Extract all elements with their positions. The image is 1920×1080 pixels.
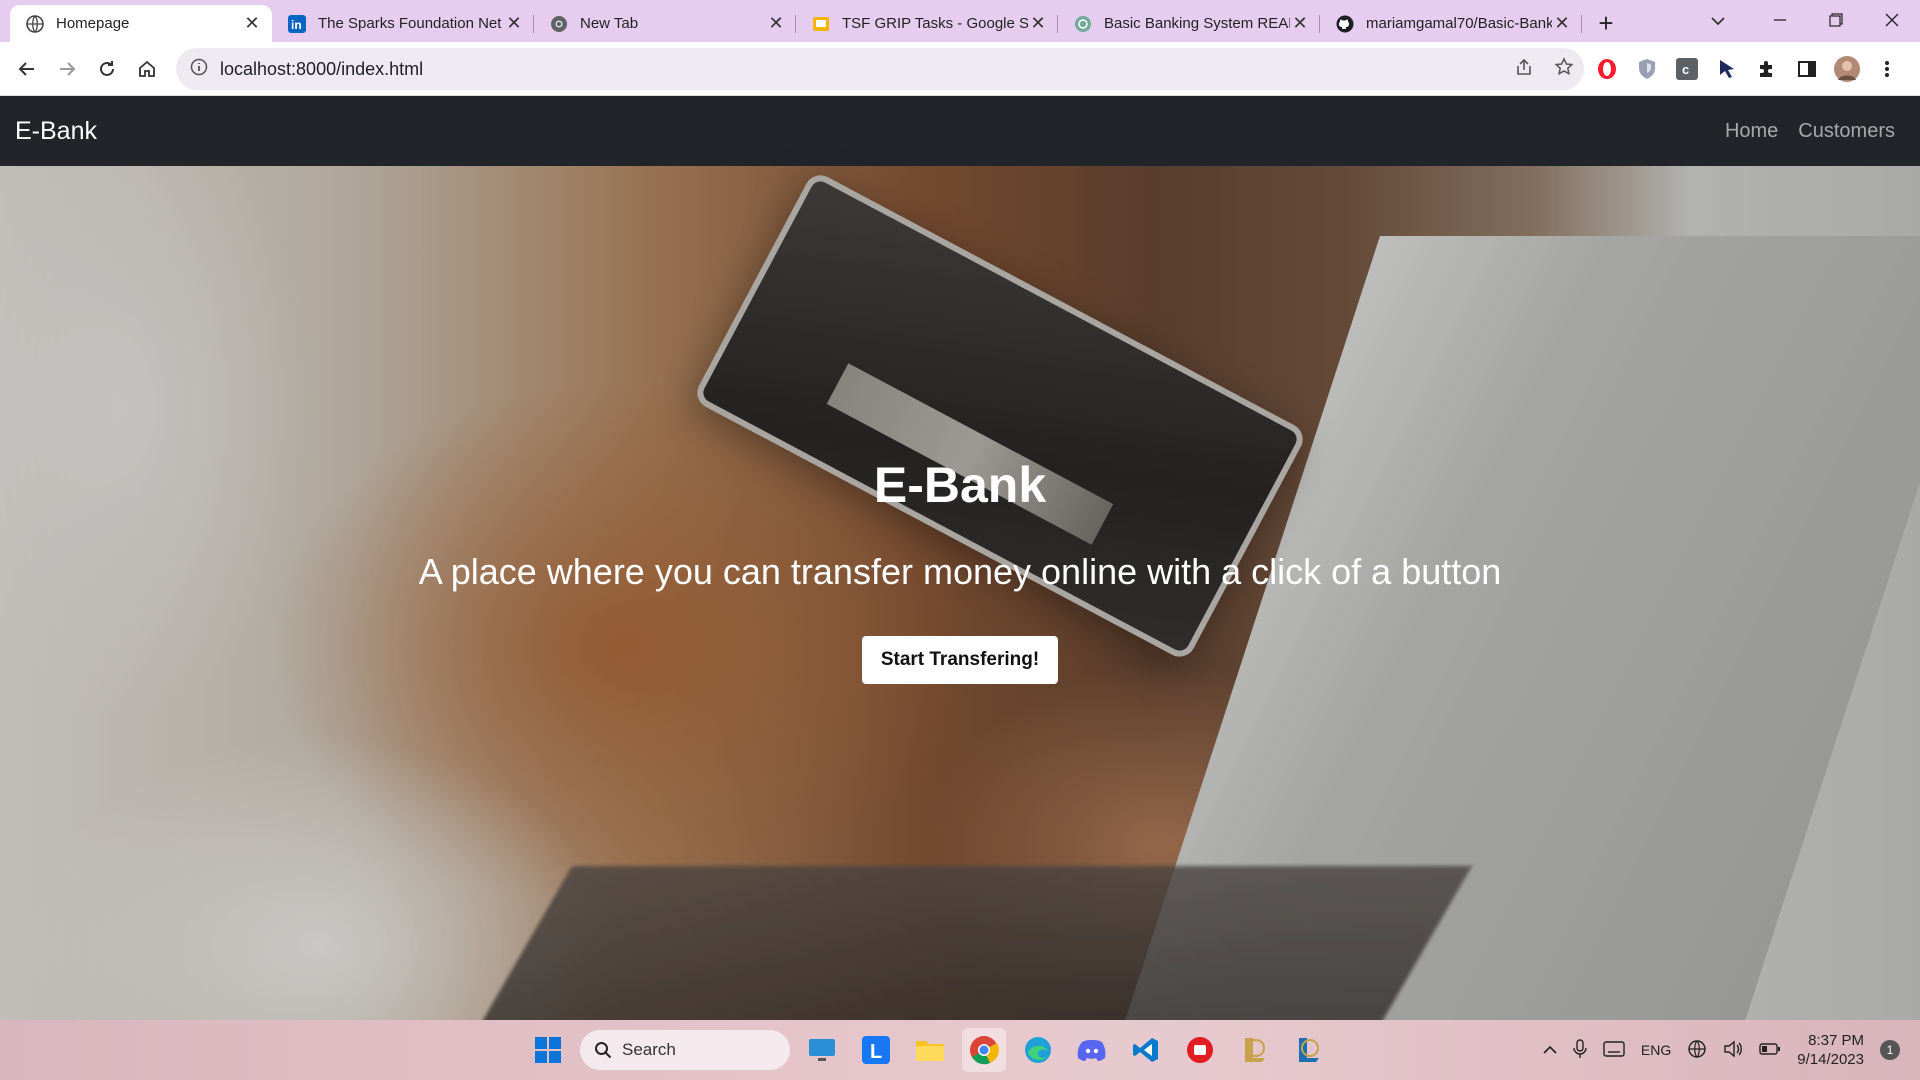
cursor-pointer-icon[interactable]: [1714, 56, 1740, 82]
tab-title: TSF GRIP Tasks - Google Sli: [842, 15, 1028, 32]
shield-icon[interactable]: [1634, 56, 1660, 82]
tab-title: New Tab: [580, 15, 639, 32]
tab-title: The Sparks Foundation Net: [318, 15, 502, 32]
nav-link-customers[interactable]: Customers: [1798, 120, 1895, 143]
linkedin-icon: in: [288, 14, 306, 33]
bookmark-star-icon[interactable]: [1554, 56, 1574, 82]
close-icon[interactable]: ✕: [766, 13, 786, 34]
notification-badge[interactable]: 1: [1880, 1040, 1900, 1060]
taskbar-apps: Search L: [526, 1028, 1330, 1072]
windows-taskbar: Search L ENG 8:37 PM 9/14/2023 1: [0, 1020, 1920, 1080]
close-icon[interactable]: ✕: [1552, 13, 1572, 34]
address-bar[interactable]: localhost:8000/index.html: [176, 48, 1584, 90]
file-explorer-icon[interactable]: [908, 1028, 952, 1072]
nav-link-home[interactable]: Home: [1725, 120, 1778, 143]
volume-icon[interactable]: [1723, 1040, 1743, 1061]
avatar[interactable]: [1834, 56, 1860, 82]
google-slides-icon: [812, 15, 830, 33]
taskbar-clock[interactable]: 8:37 PM 9/14/2023: [1797, 1031, 1864, 1069]
taskbar-search-box[interactable]: Search: [580, 1030, 790, 1070]
clock-time: 8:37 PM: [1808, 1032, 1864, 1049]
keyboard-icon[interactable]: [1603, 1040, 1625, 1060]
svg-text:in: in: [291, 18, 302, 32]
side-panel-icon[interactable]: [1794, 56, 1820, 82]
tab-homepage[interactable]: Homepage ✕: [10, 5, 272, 42]
discord-icon[interactable]: [1070, 1028, 1114, 1072]
web-page: E-Bank Home Customers E-Bank A place whe…: [0, 96, 1920, 1020]
github-icon: [1336, 15, 1354, 33]
microphone-icon[interactable]: [1573, 1038, 1587, 1062]
desktop-icon[interactable]: [800, 1028, 844, 1072]
restore-icon[interactable]: [1808, 0, 1864, 40]
close-icon[interactable]: ✕: [1028, 13, 1048, 34]
taskbar-search-placeholder: Search: [622, 1040, 676, 1059]
svg-text:L: L: [870, 1041, 882, 1063]
tab-new-tab[interactable]: New Tab ✕: [534, 5, 796, 42]
home-icon[interactable]: [127, 49, 167, 89]
league-client-icon[interactable]: [1232, 1028, 1276, 1072]
chrome-icon: [550, 15, 568, 33]
red-app-icon[interactable]: [1178, 1028, 1222, 1072]
tab-tsf-grip-tasks[interactable]: TSF GRIP Tasks - Google Sli ✕: [796, 5, 1058, 42]
tab-search-chevron-icon[interactable]: [1700, 6, 1736, 36]
browser-toolbar: localhost:8000/index.html c: [0, 42, 1920, 96]
opera-icon[interactable]: [1594, 56, 1620, 82]
url-text: localhost:8000/index.html: [220, 58, 424, 79]
minimize-icon[interactable]: [1752, 0, 1808, 40]
hero-overlay: [0, 166, 1920, 1020]
chevron-up-icon[interactable]: [1543, 1042, 1557, 1058]
close-icon[interactable]: ✕: [1290, 13, 1310, 34]
tab-basic-banking-readme[interactable]: Basic Banking System READ ✕: [1058, 5, 1320, 42]
system-tray: ENG 8:37 PM 9/14/2023 1: [1543, 1020, 1900, 1080]
chrome-taskbar-icon[interactable]: [962, 1028, 1006, 1072]
navbar-brand[interactable]: E-Bank: [15, 117, 97, 146]
league-game-icon[interactable]: [1286, 1028, 1330, 1072]
c-extension-icon[interactable]: c: [1674, 56, 1700, 82]
globe-icon: [26, 14, 44, 33]
edge-icon[interactable]: [1016, 1028, 1060, 1072]
kebab-menu-icon[interactable]: [1874, 56, 1900, 82]
l-app-icon[interactable]: L: [854, 1028, 898, 1072]
navbar-links: Home Customers: [1725, 96, 1895, 166]
tab-title: Basic Banking System READ: [1104, 15, 1290, 32]
hero-title: E-Bank: [873, 457, 1047, 513]
reload-icon[interactable]: [87, 49, 127, 89]
window-controls: [1752, 0, 1920, 40]
start-transfering-button[interactable]: Start Transfering!: [862, 636, 1058, 684]
tab-github-repo[interactable]: mariamgamal70/Basic-Bank ✕: [1320, 5, 1582, 42]
close-icon[interactable]: ✕: [504, 13, 524, 34]
language-indicator[interactable]: ENG: [1641, 1042, 1671, 1058]
windows-start-icon[interactable]: [526, 1028, 570, 1072]
hero-section: E-Bank A place where you can transfer mo…: [0, 166, 1920, 1020]
vscode-icon[interactable]: [1124, 1028, 1168, 1072]
openai-icon: [1074, 15, 1092, 33]
hero-subtitle: A place where you can transfer money onl…: [418, 551, 1502, 592]
search-icon: [595, 1042, 612, 1059]
close-window-icon[interactable]: [1864, 0, 1920, 40]
site-navbar: E-Bank Home Customers: [0, 96, 1920, 166]
close-icon[interactable]: ✕: [242, 13, 262, 34]
network-globe-icon[interactable]: [1687, 1039, 1707, 1062]
clock-date: 9/14/2023: [1797, 1051, 1864, 1068]
site-info-icon[interactable]: [190, 58, 208, 81]
browser-tab-strip: Homepage ✕ in The Sparks Foundation Net …: [0, 0, 1920, 42]
share-icon[interactable]: [1514, 57, 1534, 82]
back-arrow-icon[interactable]: [7, 49, 47, 89]
puzzle-icon[interactable]: [1754, 56, 1780, 82]
new-tab-button[interactable]: +: [1588, 5, 1624, 42]
battery-icon[interactable]: [1759, 1042, 1781, 1059]
forward-arrow-icon[interactable]: [47, 49, 87, 89]
tab-title: mariamgamal70/Basic-Bank: [1366, 15, 1552, 32]
extension-bar: c: [1594, 48, 1900, 90]
svg-text:c: c: [1682, 62, 1689, 77]
tab-sparks-foundation[interactable]: in The Sparks Foundation Net ✕: [272, 5, 534, 42]
tab-title: Homepage: [56, 15, 130, 32]
